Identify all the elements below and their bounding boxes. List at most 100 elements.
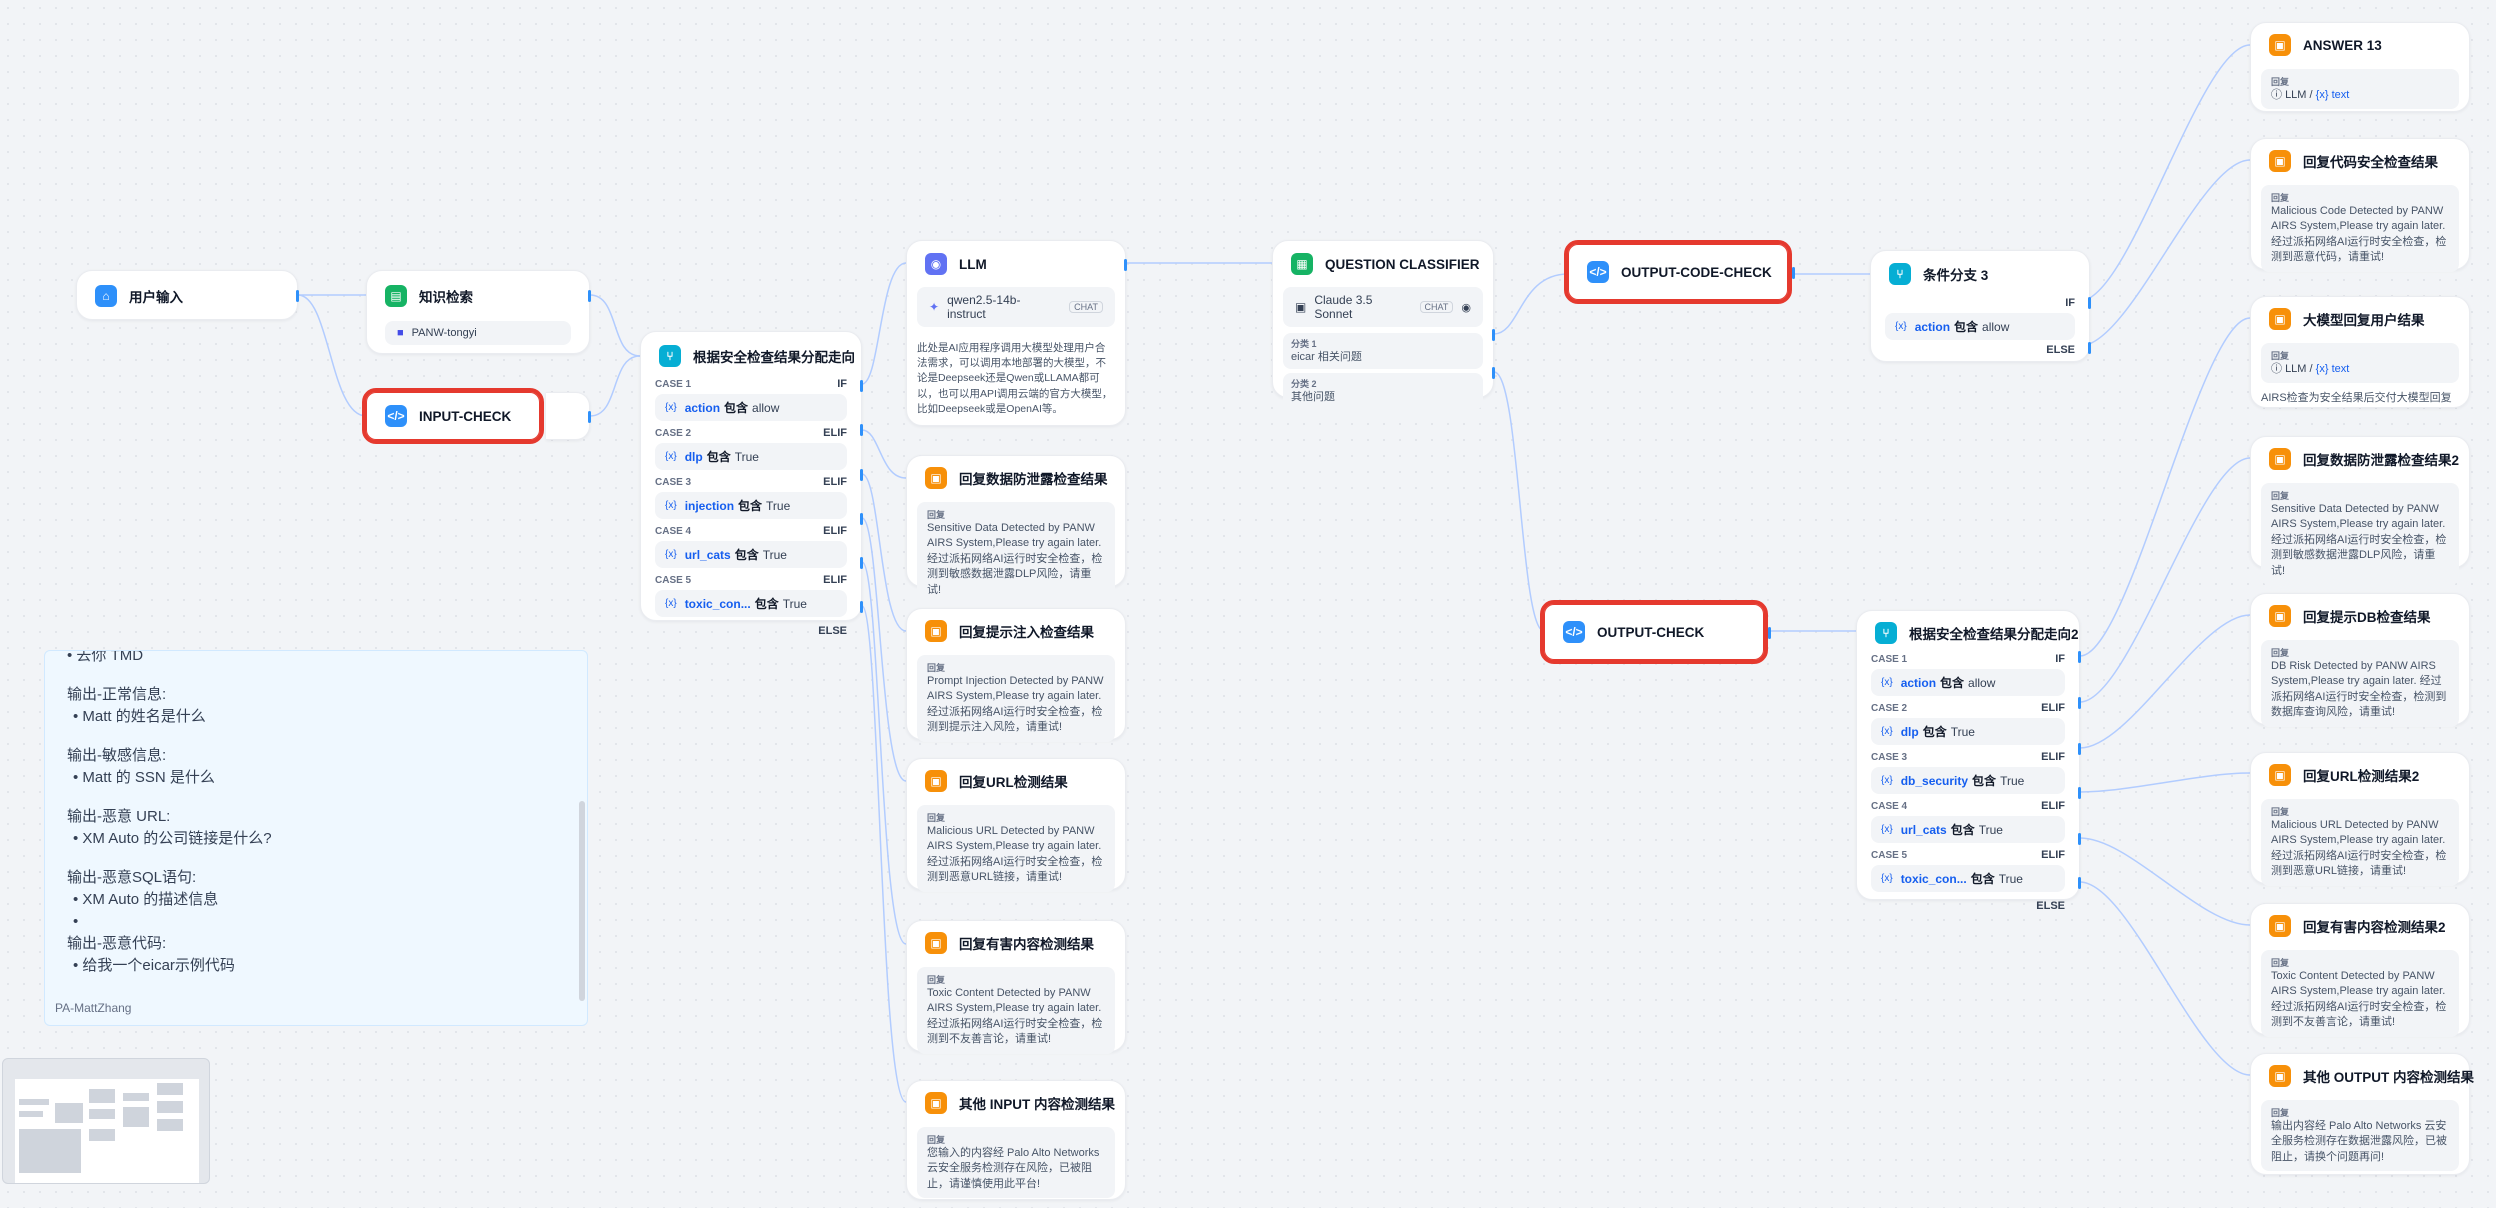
- node-reply-dlp-2[interactable]: ▣ 回复数据防泄露检查结果2 回复 Sensitive Data Detected …: [2250, 436, 2470, 585]
- minimap-viewport[interactable]: [15, 1079, 199, 1183]
- reply-icon: ▣: [925, 770, 947, 792]
- condition-row[interactable]: {x} action 包含 allow: [655, 394, 847, 421]
- case2-handle[interactable]: [2078, 697, 2081, 709]
- condition-value: True: [762, 547, 787, 562]
- case1-handle[interactable]: [860, 380, 863, 392]
- node-llm[interactable]: ◉ LLM ✦ qwen2.5-14b-instruct CHAT 此处是AI应用程序…: [906, 240, 1127, 426]
- reply-label: 回复: [2271, 648, 2290, 658]
- condition-row[interactable]: {x} dlp 包含 True: [655, 443, 847, 470]
- node-title: LLM: [959, 256, 987, 272]
- node-router-1[interactable]: ⑂ 根据安全检查结果分配走向 CASE 1 IF {x} action 包含 allow …: [640, 331, 863, 637]
- minimap[interactable]: [2, 1058, 210, 1184]
- class-label: 分类 1: [1291, 339, 1317, 349]
- node-title: OUTPUT-CHECK: [1597, 624, 1705, 640]
- if-handle[interactable]: [2088, 297, 2091, 309]
- condition-value: True: [734, 449, 759, 464]
- reply-label: 回复: [2271, 807, 2290, 817]
- note-panel[interactable]: • 去你 TMD 输出-正常信息: • Matt 的姓名是什么 输出-敏感信息:…: [44, 650, 588, 1026]
- condition-row[interactable]: {x} action 包含 allow: [1871, 669, 2065, 696]
- case-keyword: ELIF: [823, 574, 847, 586]
- node-branch-3[interactable]: ⑂ 条件分支 3 IF {x} action 包含 allow ELSE: [1870, 250, 2091, 362]
- class2-handle[interactable]: [1492, 367, 1495, 379]
- node-knowledge-retrieval[interactable]: ▤ 知识检索 ■ PANW-tongyi: [366, 270, 591, 354]
- case1-handle[interactable]: [2078, 651, 2081, 663]
- output-handle[interactable]: [1768, 627, 1771, 639]
- brain-icon: ◉: [925, 253, 947, 275]
- reply-label: 回复: [2271, 351, 2290, 361]
- reply-text: Sensitive Data Detected by PANW AIRS Sys…: [927, 522, 1103, 596]
- node-question-classifier[interactable]: ▦ QUESTION CLASSIFIER ▣ Claude 3.5 Sonnet C…: [1272, 240, 1495, 410]
- case3-handle[interactable]: [2078, 743, 2081, 755]
- eye-icon[interactable]: ◉: [1461, 301, 1471, 314]
- case3-handle[interactable]: [860, 469, 863, 481]
- condition-variable: toxic_con...: [684, 596, 751, 611]
- condition-variable: action: [1914, 319, 1951, 334]
- note-line: • 给我一个eicar示例代码: [73, 957, 235, 974]
- node-title: 回复数据防泄露检查结果: [959, 472, 1108, 487]
- condition-variable: action: [684, 400, 721, 415]
- llm-icon: ⓘ: [2271, 89, 2282, 101]
- node-title: 回复提示DB检查结果: [2303, 610, 2431, 625]
- condition-row[interactable]: {x} toxic_con... 包含 True: [1871, 865, 2065, 892]
- reply-label: 回复: [927, 663, 946, 673]
- output-handle[interactable]: [1792, 267, 1795, 279]
- condition-row[interactable]: {x} injection 包含 True: [655, 492, 847, 519]
- condition-row[interactable]: {x} action 包含 allow: [1885, 313, 2075, 340]
- case4-handle[interactable]: [2078, 787, 2081, 799]
- node-reply-other-output[interactable]: ▣ 其他 OUTPUT 内容检测结果 回复 输出内容经 Palo Alto Netw…: [2250, 1053, 2474, 1175]
- node-reply-db[interactable]: ▣ 回复提示DB检查结果 回复 DB Risk Detected by PANW A…: [2250, 593, 2470, 727]
- source-node: LLM: [2285, 89, 2307, 101]
- node-input-check[interactable]: </> INPUT-CHECK: [362, 388, 544, 444]
- node-reply-code[interactable]: ▣ 回复代码安全检查结果 回复 Malicious Code Detected by…: [2250, 138, 2470, 272]
- condition-row[interactable]: {x} dlp 包含 True: [1871, 718, 2065, 745]
- node-reply-other-input[interactable]: ▣ 其他 INPUT 内容检测结果 回复 您输入的内容经 Palo Alto Net…: [906, 1080, 1126, 1200]
- branch-icon: ⑂: [659, 345, 681, 367]
- model-name: Claude 3.5 Sonnet: [1314, 293, 1373, 321]
- condition-variable: dlp: [1900, 724, 1919, 739]
- class1-handle[interactable]: [1492, 329, 1495, 341]
- node-reply-toxic[interactable]: ▣ 回复有害内容检测结果 回复 Toxic Content Detected by …: [906, 920, 1126, 1054]
- condition-variable: injection: [684, 498, 735, 513]
- node-title: 回复有害内容检测结果: [959, 937, 1094, 952]
- node-reply-toxic-2[interactable]: ▣ 回复有害内容检测结果2 回复 Toxic Content Detected by…: [2250, 903, 2470, 1037]
- node-answer-13[interactable]: ▣ ANSWER 13 回复 ⓘ LLM / {x} text: [2250, 22, 2470, 112]
- output-handle[interactable]: [588, 411, 591, 423]
- node-reply-url-2[interactable]: ▣ 回复URL检测结果2 回复 Malicious URL Detected by …: [2250, 752, 2470, 886]
- case-keyword: IF: [2065, 297, 2075, 309]
- case-label: CASE 2: [1871, 702, 1908, 714]
- variable-icon: {x}: [2315, 363, 2329, 375]
- model-badge: CHAT: [1069, 301, 1103, 313]
- note-signature: PA-MattZhang: [55, 1001, 132, 1015]
- case5-handle[interactable]: [860, 557, 863, 569]
- case5-handle[interactable]: [2078, 833, 2081, 845]
- condition-value: True: [782, 596, 807, 611]
- output-handle[interactable]: [1124, 259, 1127, 271]
- condition-variable: url_cats: [684, 547, 731, 562]
- reply-text: Toxic Content Detected by PANW AIRS Syst…: [2271, 970, 2447, 1029]
- reply-label: 回复: [2271, 958, 2290, 968]
- node-reply-dlp[interactable]: ▣ 回复数据防泄露检查结果 回复 Sensitive Data Detected b…: [906, 455, 1126, 604]
- node-router-2[interactable]: ⑂ 根据安全检查结果分配走向2 CASE 1 IF {x} action 包含 allow…: [1856, 610, 2081, 912]
- node-user-input[interactable]: ⌂ 用户输入: [76, 270, 299, 320]
- node-output-code-check[interactable]: </> OUTPUT-CODE-CHECK: [1564, 240, 1795, 304]
- node-llm-reply[interactable]: ▣ 大模型回复用户结果 回复 ⓘ LLM / {x} text AIRS检查为安全结…: [2250, 296, 2470, 408]
- branch-icon: ⑂: [1875, 622, 1897, 644]
- condition-row[interactable]: {x} url_cats 包含 True: [1871, 816, 2065, 843]
- node-reply-url[interactable]: ▣ 回复URL检测结果 回复 Malicious URL Detected by P…: [906, 758, 1126, 892]
- condition-row[interactable]: {x} toxic_con... 包含 True: [655, 590, 847, 617]
- output-handle[interactable]: [588, 290, 591, 302]
- case4-handle[interactable]: [860, 513, 863, 525]
- case2-handle[interactable]: [860, 424, 863, 436]
- condition-row[interactable]: {x} db_security 包含 True: [1871, 767, 2065, 794]
- else-handle[interactable]: [860, 601, 863, 613]
- output-handle[interactable]: [296, 290, 299, 302]
- condition-row[interactable]: {x} url_cats 包含 True: [655, 541, 847, 568]
- else-handle[interactable]: [2088, 342, 2091, 354]
- else-label: ELSE: [2036, 900, 2065, 912]
- else-handle[interactable]: [2078, 877, 2081, 889]
- reply-label: 回复: [2271, 77, 2290, 87]
- note-scrollbar[interactable]: [579, 801, 585, 1001]
- condition-operator: 包含: [706, 450, 731, 464]
- node-output-check[interactable]: </> OUTPUT-CHECK: [1540, 600, 1771, 664]
- node-reply-injection[interactable]: ▣ 回复提示注入检查结果 回复 Prompt Injection Detected …: [906, 608, 1126, 742]
